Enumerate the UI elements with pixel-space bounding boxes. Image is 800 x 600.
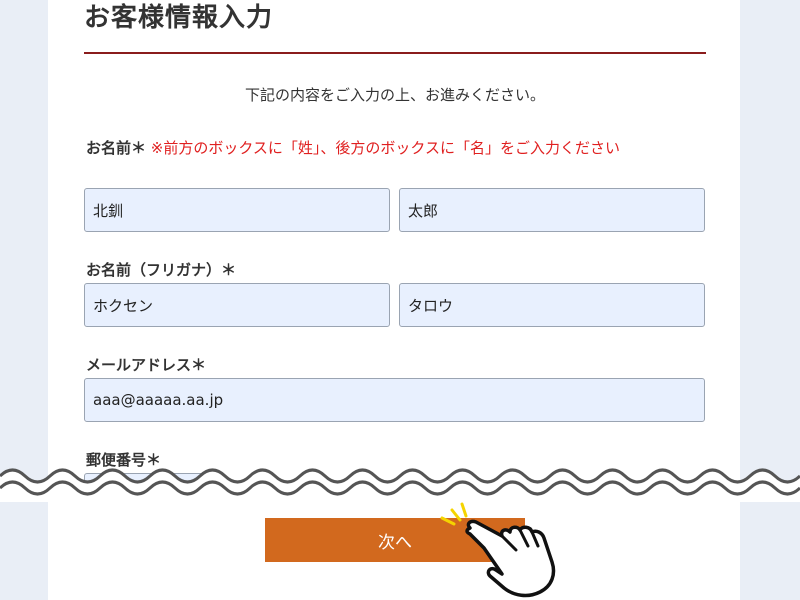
- email-label: メールアドレス＊: [86, 356, 207, 374]
- section-break-wave: [0, 468, 800, 502]
- page-title: お客様情報入力: [84, 3, 274, 33]
- lead-text: 下記の内容をご入力の上、お進みください。: [244, 86, 545, 104]
- first-name-kana-input[interactable]: [399, 283, 705, 327]
- name-label: お名前＊: [86, 139, 147, 157]
- name-note: ※前方のボックスに「姓」、後方のボックスに「名」をご入力ください: [150, 139, 620, 157]
- last-name-kana-input[interactable]: [84, 283, 390, 327]
- pointing-hand-icon: [440, 502, 556, 598]
- email-input[interactable]: [84, 378, 705, 422]
- title-divider: [84, 52, 706, 54]
- first-name-input[interactable]: [399, 188, 705, 232]
- last-name-input[interactable]: [84, 188, 390, 232]
- name-label-row: お名前＊ ※前方のボックスに「姓」、後方のボックスに「名」をご入力ください: [86, 137, 706, 159]
- kana-label: お名前（フリガナ）＊: [86, 261, 237, 279]
